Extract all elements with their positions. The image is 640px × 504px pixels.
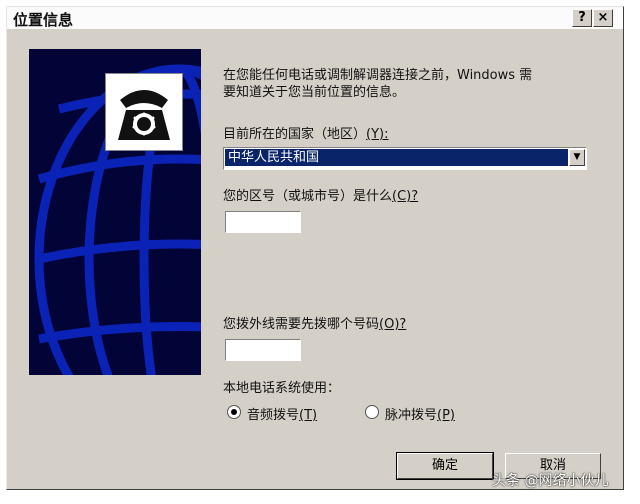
intro-line-2: 要知道关于您当前位置的信息。 — [223, 85, 406, 100]
country-select-value[interactable]: 中华人民共和国 — [225, 149, 568, 166]
country-label-text: 目前所在的国家（地区） — [223, 127, 367, 142]
tone-dialing-radio[interactable] — [227, 405, 241, 419]
pulse-dialing-text: 脉冲拨号 — [385, 408, 438, 423]
country-label-hotkey: (Y): — [366, 127, 389, 142]
title-bar[interactable]: 位置信息 ? × — [7, 7, 623, 29]
pulse-dialing-radio[interactable] — [365, 405, 379, 419]
country-label: 目前所在的国家（地区）(Y): — [223, 123, 388, 142]
area-code-label-text: 您的区号（或城市号）是什么 — [223, 189, 393, 204]
dial-type-label: 本地电话系统使用： — [223, 381, 341, 396]
outside-line-input[interactable] — [225, 339, 301, 361]
country-select[interactable]: 中华人民共和国 ▼ — [223, 147, 587, 170]
tone-dialing-text: 音频拨号 — [247, 408, 300, 423]
telephone-icon — [118, 90, 170, 140]
dialog-title: 位置信息 — [13, 11, 74, 29]
outside-line-label-text: 您拨外线需要先拨哪个号码 — [223, 317, 380, 332]
location-info-dialog: 位置信息 ? × 在您能任何电话或调制解调器连接之前，Windows 需 要知道… — [6, 6, 624, 490]
help-button[interactable]: ? — [572, 9, 592, 27]
dropdown-arrow-icon[interactable]: ▼ — [569, 149, 585, 166]
area-code-label-hotkey: (C)? — [392, 189, 419, 204]
pulse-dialing-label[interactable]: 脉冲拨号(P) — [385, 404, 455, 423]
watermark-text: 头条 @网络小伙儿 — [492, 473, 609, 489]
area-code-label: 您的区号（或城市号）是什么(C)? — [223, 185, 418, 204]
globe-illustration — [29, 49, 201, 375]
outside-line-label-hotkey: (O)? — [379, 317, 407, 332]
radio-selected-dot — [231, 409, 237, 415]
tone-dialing-label[interactable]: 音频拨号(T) — [247, 404, 317, 423]
ok-button[interactable]: 确定 — [396, 452, 494, 480]
tone-dialing-hotkey: (T) — [299, 408, 318, 423]
area-code-input[interactable] — [225, 211, 301, 233]
phone-picture — [105, 73, 183, 151]
pulse-dialing-hotkey: (P) — [437, 408, 455, 423]
outside-line-label: 您拨外线需要先拨哪个号码(O)? — [223, 313, 406, 332]
close-button[interactable]: × — [593, 9, 613, 27]
